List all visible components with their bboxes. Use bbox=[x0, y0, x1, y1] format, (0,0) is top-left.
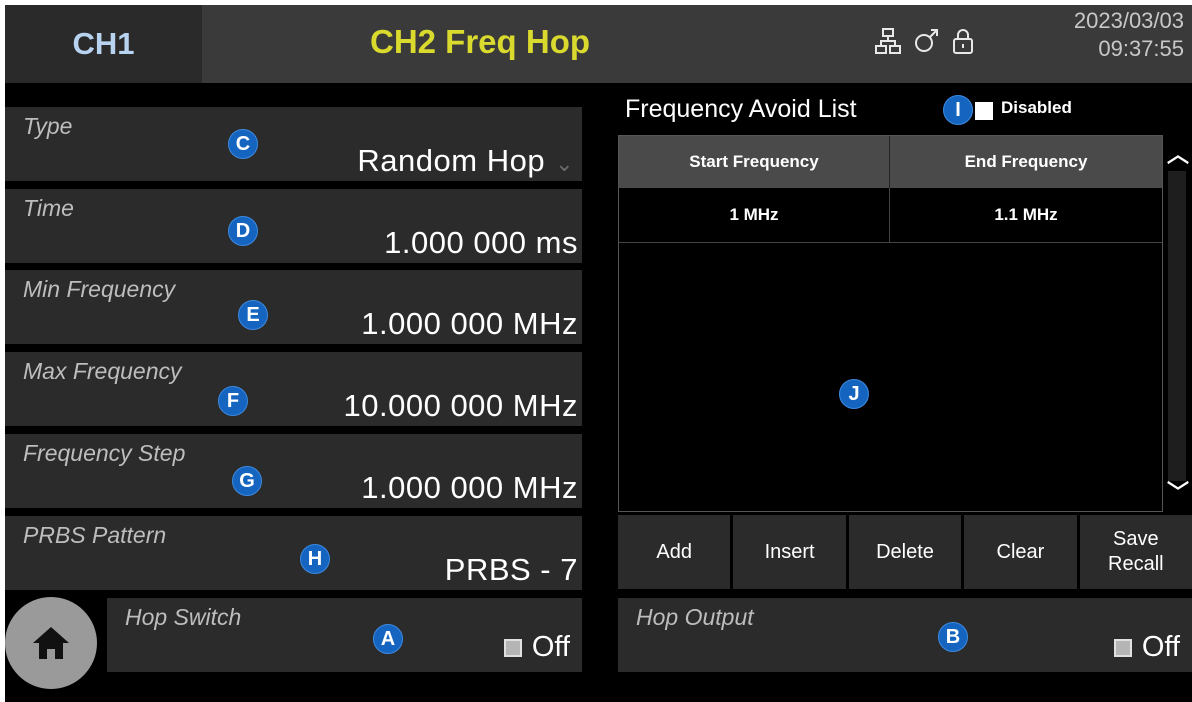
tab-ch1-label: CH1 bbox=[72, 26, 135, 61]
chevron-up-icon[interactable]: ︿ bbox=[1167, 137, 1189, 169]
time-text: 09:37:55 bbox=[1098, 36, 1184, 61]
param-label: Time bbox=[23, 195, 74, 221]
callout-badge: C bbox=[228, 129, 258, 159]
lock-icon bbox=[950, 27, 976, 62]
param-value: Random Hop ⌄ bbox=[357, 143, 574, 178]
date-text: 2023/03/03 bbox=[1073, 8, 1184, 33]
param-value: 1.000 000 MHz bbox=[361, 306, 578, 341]
hop-switch-state[interactable]: Off bbox=[503, 631, 570, 664]
title-bar: CH2 Freq Hop 2023/03/03 09:37:55 bbox=[202, 5, 1192, 83]
param-value: 1.000 000 ms bbox=[384, 225, 578, 260]
clear-button[interactable]: Clear bbox=[964, 515, 1077, 589]
callout-badge: I bbox=[943, 95, 973, 125]
avoid-list-state: Disabled bbox=[1001, 98, 1072, 117]
param-value: 1.000 000 MHz bbox=[361, 470, 578, 505]
avoid-list-title: Frequency Avoid List bbox=[625, 95, 857, 123]
hop-output-state[interactable]: Off bbox=[1113, 631, 1180, 664]
callout-badge: G bbox=[232, 466, 262, 496]
param-value: 10.000 000 MHz bbox=[343, 388, 578, 423]
add-button[interactable]: Add bbox=[618, 515, 731, 589]
column-header-end: End Frequency bbox=[890, 136, 1162, 188]
param-frequency-step[interactable]: Frequency Step G 1.000 000 MHz bbox=[5, 434, 582, 508]
table-cell[interactable]: 1 MHz bbox=[619, 188, 890, 243]
column-header-start: Start Frequency bbox=[619, 136, 890, 188]
delete-button[interactable]: Delete bbox=[848, 515, 962, 589]
hop-switch[interactable]: Hop Switch A Off bbox=[107, 598, 582, 672]
scroll-track[interactable] bbox=[1168, 171, 1186, 481]
avoid-list-toggle[interactable] bbox=[975, 102, 993, 120]
scrollbar[interactable]: ︿ ﹀ bbox=[1165, 135, 1192, 512]
callout-badge: B bbox=[938, 622, 968, 652]
chevron-down-icon[interactable]: ﹀ bbox=[1167, 475, 1189, 507]
param-label: Frequency Step bbox=[23, 440, 186, 466]
tab-ch1[interactable]: CH1 bbox=[5, 5, 202, 83]
table-cell[interactable]: 1.1 MHz bbox=[890, 188, 1162, 243]
page-title: CH2 Freq Hop bbox=[370, 23, 591, 60]
param-time[interactable]: Time D 1.000 000 ms bbox=[5, 189, 582, 263]
callout-badge: J bbox=[839, 379, 869, 409]
param-label: Max Frequency bbox=[23, 358, 182, 384]
status-icons bbox=[874, 27, 976, 62]
param-label: Min Frequency bbox=[23, 276, 176, 302]
callout-badge: E bbox=[238, 300, 268, 330]
param-label: Type bbox=[23, 113, 73, 139]
hop-switch-label: Hop Switch bbox=[125, 604, 242, 630]
callout-badge: H bbox=[300, 544, 330, 574]
param-min-frequency[interactable]: Min Frequency E 1.000 000 MHz bbox=[5, 270, 582, 344]
callout-badge: D bbox=[228, 216, 258, 246]
hop-output[interactable]: Hop Output B Off bbox=[618, 598, 1192, 672]
callout-badge: A bbox=[373, 624, 403, 654]
param-prbs-pattern[interactable]: PRBS Pattern H PRBS - 7 bbox=[5, 516, 582, 590]
home-icon bbox=[33, 627, 69, 659]
save-recall-button[interactable]: Save Recall bbox=[1079, 515, 1192, 589]
network-icon bbox=[874, 27, 902, 62]
hop-output-label: Hop Output bbox=[636, 604, 754, 630]
callout-badge: F bbox=[218, 386, 248, 416]
usb-icon bbox=[912, 27, 940, 62]
avoid-list-table[interactable]: Start Frequency End Frequency 1 MHz 1.1 … bbox=[618, 135, 1163, 512]
param-value: PRBS - 7 bbox=[444, 552, 578, 587]
datetime: 2023/03/03 09:37:55 bbox=[1074, 7, 1184, 63]
chevron-down-icon: ⌄ bbox=[555, 151, 574, 176]
param-type[interactable]: Type C Random Hop ⌄ bbox=[5, 107, 582, 181]
param-max-frequency[interactable]: Max Frequency F 10.000 000 MHz bbox=[5, 352, 582, 426]
checkbox-icon bbox=[1113, 638, 1132, 657]
insert-button[interactable]: Insert bbox=[733, 515, 846, 589]
list-actions: Add Insert Delete Clear Save Recall bbox=[618, 515, 1192, 589]
param-label: PRBS Pattern bbox=[23, 522, 167, 548]
checkbox-icon bbox=[503, 638, 522, 657]
home-button[interactable] bbox=[5, 597, 97, 689]
